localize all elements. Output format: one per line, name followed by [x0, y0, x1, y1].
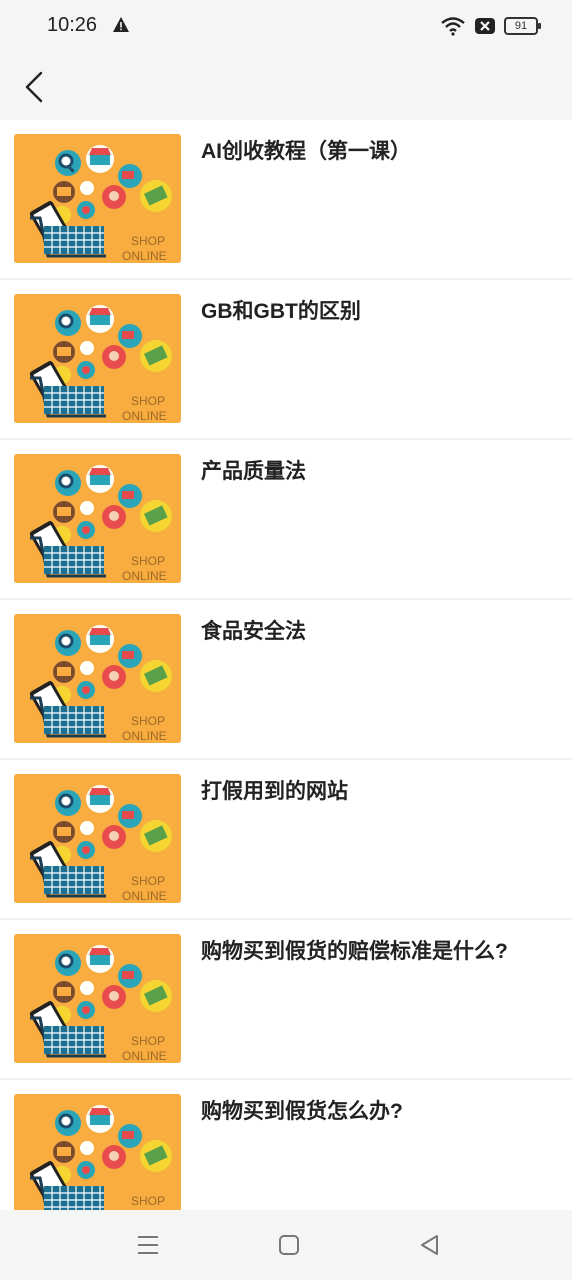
thumbnail-text-online: ONLINE [122, 249, 167, 263]
list-item[interactable]: SHOP ONLINE 食品安全法 [0, 600, 572, 760]
list-item[interactable]: SHOP ONLINE 产品质量法 [0, 440, 572, 600]
list-item[interactable]: SHOP ONLINE 打假用到的网站 [0, 760, 572, 920]
battery-icon: 91 [504, 17, 541, 35]
svg-text:SHOP: SHOP [131, 874, 165, 888]
list-item[interactable]: SHOP ONLINE GB和GBT的区别 [0, 280, 572, 440]
list-item-title: 购物买到假货怎么办? [201, 1100, 403, 1123]
list-item-title: GB和GBT的区别 [201, 300, 361, 323]
svg-text:ONLINE: ONLINE [122, 569, 167, 583]
svg-text:ONLINE: ONLINE [122, 729, 167, 743]
list-item-title: 购物买到假货的赔偿标准是什么? [201, 940, 508, 963]
status-time: 10:26 [47, 14, 98, 36]
svg-text:SHOP: SHOP [131, 394, 165, 408]
list-item-title: AI创收教程（第一课） [201, 140, 411, 163]
list-item[interactable]: SHOP ONLINE 购物买到假货的赔偿标准是什么? [0, 920, 572, 1080]
shop-online-thumbnail: SHOP ONLINE [14, 934, 181, 1063]
shop-online-thumbnail: SHOP ONLINE [14, 134, 181, 263]
home-icon[interactable] [276, 1232, 302, 1258]
list-item[interactable]: SHOP ONLINE AI创收教程（第一课） [0, 120, 572, 280]
back-button[interactable] [18, 70, 52, 104]
wifi-icon [441, 17, 465, 36]
svg-text:SHOP: SHOP [131, 1194, 165, 1208]
shop-online-thumbnail: SHOP ONLINE [14, 1094, 181, 1210]
svg-text:SHOP: SHOP [131, 554, 165, 568]
navigation-bar [0, 52, 572, 120]
shop-online-thumbnail: SHOP ONLINE [14, 774, 181, 903]
list-item-title: 产品质量法 [201, 460, 306, 483]
system-navigation-bar [0, 1210, 572, 1280]
chevron-left-icon [25, 71, 43, 103]
shop-online-thumbnail: SHOP ONLINE [14, 454, 181, 583]
list-item-title: 打假用到的网站 [201, 780, 348, 803]
warning-icon [113, 17, 129, 32]
svg-text:SHOP: SHOP [131, 1034, 165, 1048]
status-icons: 91 [440, 14, 541, 38]
notification-close-icon [475, 18, 495, 34]
list-item[interactable]: SHOP ONLINE 购物买到假货怎么办? [0, 1080, 572, 1210]
list-item-title: 食品安全法 [201, 620, 306, 643]
menu-icon[interactable] [135, 1232, 161, 1258]
shop-online-thumbnail: SHOP ONLINE [14, 294, 181, 423]
shop-online-thumbnail: SHOP ONLINE [14, 614, 181, 743]
article-list: SHOP ONLINE AI创收教程（第一课） SHOP ONLINE GB和G… [0, 120, 572, 1210]
back-triangle-icon[interactable] [417, 1232, 443, 1258]
svg-text:ONLINE: ONLINE [122, 1049, 167, 1063]
svg-text:ONLINE: ONLINE [122, 889, 167, 903]
status-bar: 10:26 91 [0, 0, 572, 52]
svg-text:ONLINE: ONLINE [122, 409, 167, 423]
svg-text:SHOP: SHOP [131, 714, 165, 728]
thumbnail-text-shop: SHOP [131, 234, 165, 248]
